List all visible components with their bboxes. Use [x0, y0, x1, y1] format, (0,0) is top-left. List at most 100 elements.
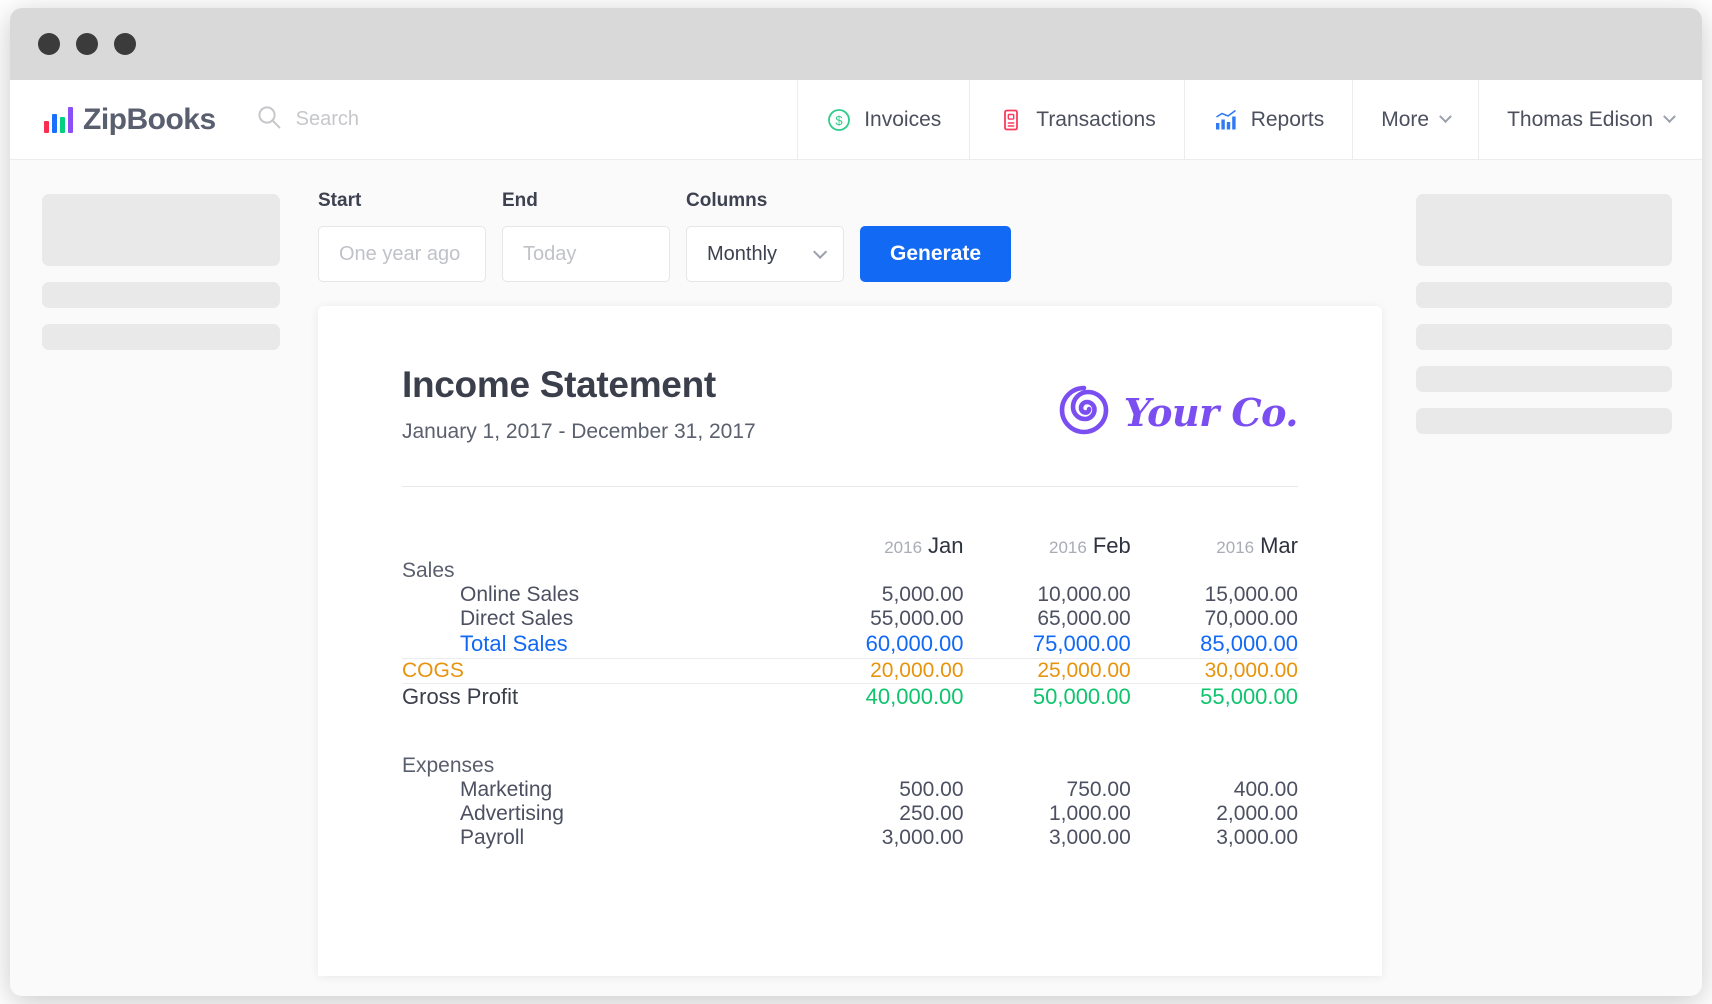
column-month: Jan: [928, 533, 963, 558]
bar-chart-icon: [1213, 107, 1239, 133]
row-value: 750.00: [964, 778, 1131, 802]
table-header-row: 2016 Jan 2016 Feb 2016Mar: [402, 533, 1298, 559]
account-menu[interactable]: Thomas Edison: [1479, 80, 1702, 159]
row-value: 65,000.00: [964, 607, 1131, 631]
page-body: Start End Columns Monthly: [10, 160, 1702, 996]
report-date-range: January 1, 2017 - December 31, 2017: [402, 420, 756, 444]
end-date-input[interactable]: [523, 243, 649, 266]
chevron-down-icon: [1439, 110, 1452, 123]
company-name: Your Co.: [1124, 390, 1298, 435]
income-statement-table: 2016 Jan 2016 Feb 2016Mar: [402, 533, 1298, 850]
chevron-down-icon: [813, 245, 827, 259]
row-label: Payroll: [402, 826, 796, 850]
cogs-value: 30,000.00: [1131, 658, 1298, 683]
window-zoom-button[interactable]: [114, 33, 136, 55]
nav-item-invoices[interactable]: $ Invoices: [798, 80, 970, 159]
cogs-value: 25,000.00: [964, 658, 1131, 683]
report-filter-bar: Start End Columns Monthly: [310, 190, 1382, 282]
table-row: Sales: [402, 559, 1298, 583]
total-label: Total Sales: [402, 631, 796, 657]
table-row: Expenses: [402, 754, 1298, 778]
columns-label: Columns: [686, 190, 844, 212]
column-header-mar: 2016Mar: [1131, 533, 1298, 559]
start-date-input[interactable]: [339, 243, 465, 266]
row-value: 1,000.00: [964, 802, 1131, 826]
nav-item-label: Invoices: [864, 108, 941, 132]
window-close-button[interactable]: [38, 33, 60, 55]
nav-item-label: Transactions: [1036, 108, 1155, 132]
end-date-field: End: [502, 190, 670, 282]
brand-and-search-zone: ZipBooks: [10, 80, 798, 159]
right-sidebar: [1382, 160, 1702, 996]
row-value: 10,000.00: [964, 583, 1131, 607]
search-input[interactable]: [296, 108, 798, 131]
row-value: 15,000.00: [1131, 583, 1298, 607]
row-label: Marketing: [402, 778, 796, 802]
skeleton-block: [1416, 282, 1672, 308]
row-value: 3,000.00: [1131, 826, 1298, 850]
skeleton-block: [42, 324, 280, 350]
left-sidebar: [10, 160, 310, 996]
column-month: Mar: [1260, 533, 1298, 558]
gross-profit-value: 40,000.00: [796, 684, 963, 711]
app-navbar: ZipBooks $ Invoices: [10, 80, 1702, 160]
column-year: 2016: [1049, 538, 1087, 557]
receipt-icon: [998, 107, 1024, 133]
header-spacer: [402, 533, 796, 559]
row-value: 400.00: [1131, 778, 1298, 802]
column-header-feb: 2016 Feb: [964, 533, 1131, 559]
row-label: Online Sales: [402, 583, 796, 607]
account-name: Thomas Edison: [1507, 108, 1653, 132]
gross-profit-label: Gross Profit: [402, 684, 796, 711]
window-minimize-button[interactable]: [76, 33, 98, 55]
row-value: 2,000.00: [1131, 802, 1298, 826]
zipbooks-logo[interactable]: ZipBooks: [44, 103, 216, 137]
report-title: Income Statement: [402, 364, 756, 406]
table-row: Advertising 250.00 1,000.00 2,000.00: [402, 802, 1298, 826]
browser-window: ZipBooks $ Invoices: [10, 8, 1702, 996]
table-row: Marketing 500.00 750.00 400.00: [402, 778, 1298, 802]
nav-item-transactions[interactable]: Transactions: [970, 80, 1184, 159]
end-date-label: End: [502, 190, 670, 212]
skeleton-block: [42, 194, 280, 266]
end-date-control[interactable]: [502, 226, 670, 282]
table-row-gross-profit: Gross Profit 40,000.00 50,000.00 55,000.…: [402, 684, 1298, 711]
skeleton-block: [1416, 194, 1672, 266]
table-row-total: Total Sales 60,000.00 75,000.00 85,000.0…: [402, 631, 1298, 657]
nav-item-reports[interactable]: Reports: [1185, 80, 1354, 159]
brand-name: ZipBooks: [83, 103, 216, 137]
chevron-down-icon: [1663, 110, 1676, 123]
table-row: Direct Sales 55,000.00 65,000.00 70,000.…: [402, 607, 1298, 631]
row-label: Direct Sales: [402, 607, 796, 631]
row-value: 5,000.00: [796, 583, 963, 607]
window-titlebar: [10, 8, 1702, 80]
company-logo: Your Co.: [1056, 364, 1298, 443]
table-row-cogs: COGS 20,000.00 25,000.00 30,000.00: [402, 658, 1298, 683]
nav-item-label: More: [1381, 108, 1429, 132]
global-search[interactable]: [256, 104, 798, 135]
row-value: 500.00: [796, 778, 963, 802]
group-label: Expenses: [402, 754, 796, 778]
gross-profit-value: 50,000.00: [964, 684, 1131, 711]
columns-select[interactable]: Monthly: [686, 226, 844, 282]
row-value: 250.00: [796, 802, 963, 826]
columns-field: Columns Monthly: [686, 190, 844, 282]
row-value: 3,000.00: [964, 826, 1131, 850]
report-card: Income Statement January 1, 2017 - Decem…: [318, 306, 1382, 976]
nav-item-label: Reports: [1251, 108, 1325, 132]
bar-chart-logo-icon: [44, 107, 73, 133]
start-date-control[interactable]: [318, 226, 486, 282]
generate-button[interactable]: Generate: [860, 226, 1011, 282]
table-row: Payroll 3,000.00 3,000.00 3,000.00: [402, 826, 1298, 850]
nav-item-more[interactable]: More: [1353, 80, 1479, 159]
section-spacer: [402, 710, 1298, 754]
group-label: Sales: [402, 559, 796, 583]
column-month: Feb: [1093, 533, 1131, 558]
row-value: 55,000.00: [796, 607, 963, 631]
skeleton-block: [42, 282, 280, 308]
cogs-value: 20,000.00: [796, 658, 963, 683]
skeleton-block: [1416, 366, 1672, 392]
spiral-icon: [1056, 382, 1112, 443]
total-value: 60,000.00: [796, 631, 963, 657]
row-value: 3,000.00: [796, 826, 963, 850]
